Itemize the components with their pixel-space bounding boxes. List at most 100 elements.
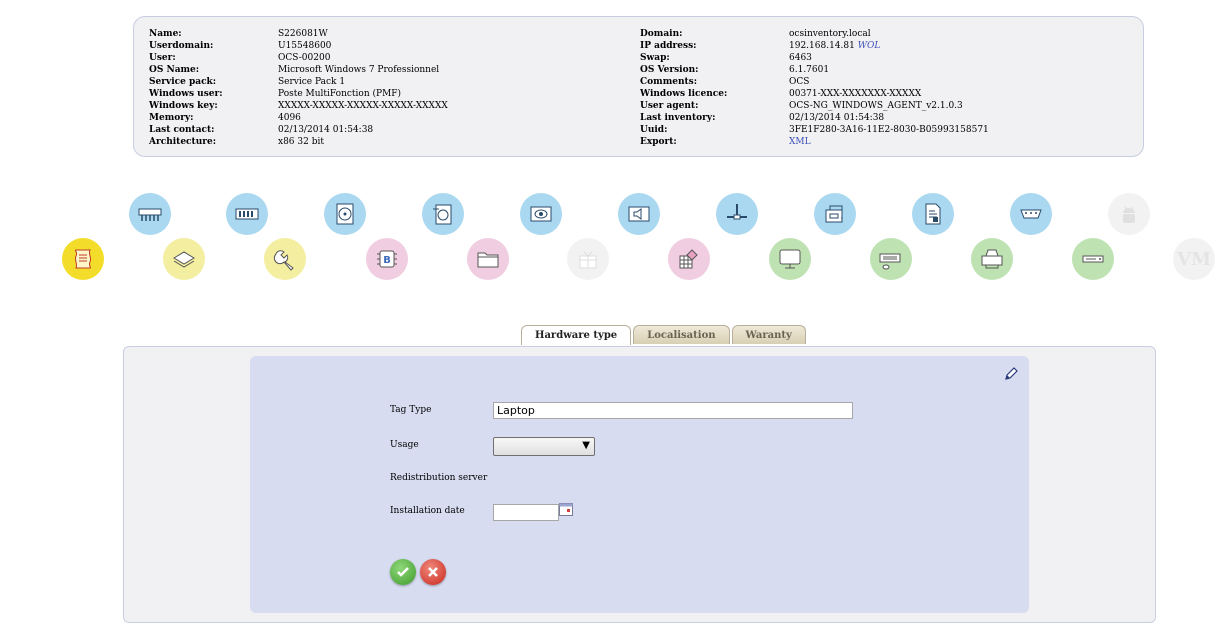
summary-row: Windows key: XXXXX-XXXXX-XXXXX-XXXXX-XXXX…: [149, 100, 448, 112]
summary-label: Export:: [640, 137, 677, 147]
sound-icon[interactable]: [618, 193, 660, 235]
tab-bar: Hardware type Localisation Waranty: [521, 325, 806, 345]
summary-value: 192.168.14.81: [789, 41, 855, 51]
summary-label: Uuid:: [640, 125, 668, 135]
memory-icon[interactable]: [226, 193, 268, 235]
checkmark-icon: [397, 567, 409, 577]
video-icon[interactable]: [520, 193, 562, 235]
memory-slots-icon[interactable]: [129, 193, 171, 235]
summary-label: Windows licence:: [640, 89, 728, 99]
tag-type-input[interactable]: Laptop: [493, 402, 853, 419]
summary-right-column: Domain: ocsinventory.local IP address: 192…: [640, 28, 989, 148]
bios-icon[interactable]: B: [366, 238, 408, 280]
summary-label: User:: [149, 53, 176, 63]
cancel-button[interactable]: [420, 559, 446, 585]
controllers-icon[interactable]: [814, 193, 856, 235]
summary-row: User: OCS-00200: [149, 52, 448, 64]
summary-row: Swap: 6463: [640, 52, 989, 64]
pencil-edit-icon[interactable]: [1003, 366, 1019, 382]
installation-date-input[interactable]: [493, 504, 559, 521]
summary-label: User agent:: [640, 101, 699, 111]
folders-icon[interactable]: [467, 238, 509, 280]
summary-row: Uuid: 3FE1F280-3A16-11E2-8030-B0599315857…: [640, 124, 989, 136]
summary-row: Windows user: Poste MultiFonction (PMF): [149, 88, 448, 100]
tag-type-label: Tag Type: [390, 405, 432, 415]
virtual-machines-icon[interactable]: VM: [1173, 238, 1215, 280]
summary-label: Userdomain:: [149, 41, 214, 51]
close-icon: [428, 567, 438, 577]
summary-row: OS Version: 6.1.7601: [640, 64, 989, 76]
usage-label: Usage: [390, 440, 419, 450]
printers-icon[interactable]: [971, 238, 1013, 280]
summary-row: Memory: 4096: [149, 112, 448, 124]
summary-label: Service pack:: [149, 77, 217, 87]
summary-value: OCS-00200: [278, 53, 331, 63]
summary-label: OS Version:: [640, 65, 699, 75]
slots-icon[interactable]: [1072, 238, 1114, 280]
summary-value: ocsinventory.local: [789, 29, 871, 39]
summary-row: Architecture: x86 32 bit: [149, 136, 448, 148]
drives-icon[interactable]: [422, 193, 464, 235]
summary-value: Poste MultiFonction (PMF): [278, 89, 402, 99]
summary-row: Windows licence: 00371-XXX-XXXXXXX-XXXXX: [640, 88, 989, 100]
summary-label: Domain:: [640, 29, 683, 39]
packages-icon[interactable]: [567, 238, 609, 280]
usage-select[interactable]: ▼: [493, 437, 595, 456]
xml-export-link[interactable]: XML: [789, 137, 811, 147]
summary-value: 6463: [789, 53, 812, 63]
software-icon[interactable]: [163, 238, 205, 280]
summary-value: OCS-NG_WINDOWS_AGENT_v2.1.0.3: [789, 101, 963, 111]
vm-label: VM: [1177, 248, 1211, 270]
summary-label: Windows key:: [149, 101, 218, 111]
wol-link[interactable]: WOL: [858, 41, 881, 51]
summary-row: Name: S226081W: [149, 28, 448, 40]
summary-row: Service pack: Service Pack 1: [149, 76, 448, 88]
ports-icon[interactable]: [1010, 193, 1052, 235]
summary-row: Export: XML: [640, 136, 989, 148]
summary-row: IP address: 192.168.14.81 WOL: [640, 40, 989, 52]
summary-label: Last inventory:: [640, 113, 716, 123]
summary-value: S226081W: [278, 29, 328, 39]
administrative-data-form: [250, 356, 1029, 613]
tab-hardware-type[interactable]: Hardware type: [521, 325, 632, 345]
summary-value: Microsoft Windows 7 Professionnel: [278, 65, 440, 75]
summary-label: Windows user:: [149, 89, 223, 99]
bios-letter: B: [383, 255, 391, 266]
summary-value: U15548600: [278, 41, 332, 51]
summary-row: User agent: OCS-NG_WINDOWS_AGENT_v2.1.0.3: [640, 100, 989, 112]
tab-waranty[interactable]: Waranty: [731, 325, 806, 344]
monitors-icon[interactable]: [769, 238, 811, 280]
network-icon[interactable]: [716, 193, 758, 235]
input-devices-icon[interactable]: [870, 238, 912, 280]
summary-row: OS Name: Microsoft Windows 7 Professionne…: [149, 64, 448, 76]
summary-row: Userdomain: U15548600: [149, 40, 448, 52]
registry-icon[interactable]: [912, 193, 954, 235]
summary-label: OS Name:: [149, 65, 200, 75]
settings-wrench-icon[interactable]: [264, 238, 306, 280]
calendar-icon[interactable]: [559, 503, 573, 516]
summary-value: 3FE1F280-3A16-11E2-8030-B05993158571: [789, 125, 989, 135]
android-icon[interactable]: [1108, 193, 1150, 235]
summary-row: Domain: ocsinventory.local: [640, 28, 989, 40]
summary-row: Last inventory: 02/13/2014 01:54:38: [640, 112, 989, 124]
summary-label: Last contact:: [149, 125, 215, 135]
summary-row: Last contact: 02/13/2014 01:54:38: [149, 124, 448, 136]
tab-localisation[interactable]: Localisation: [633, 325, 730, 344]
submit-button[interactable]: [390, 559, 416, 585]
installation-date-label: Installation date: [390, 506, 465, 516]
groups-icon[interactable]: [668, 238, 710, 280]
summary-label: Name:: [149, 29, 182, 39]
administrative-data-icon[interactable]: [62, 238, 104, 280]
redistribution-server-label: Redistribution server: [390, 473, 488, 483]
summary-label: Memory:: [149, 113, 194, 123]
summary-value: XXXXX-XXXXX-XXXXX-XXXXX-XXXXX: [278, 101, 448, 111]
summary-value: OCS: [789, 77, 810, 87]
summary-left-column: Name: S226081W Userdomain: U15548600 User:…: [149, 28, 448, 148]
summary-value: 02/13/2014 01:54:38: [278, 125, 374, 135]
summary-value: x86 32 bit: [278, 137, 324, 147]
storage-disk-icon[interactable]: [324, 193, 366, 235]
summary-label: Architecture:: [149, 137, 217, 147]
chevron-down-icon: ▼: [582, 440, 590, 451]
summary-value: 6.1.7601: [789, 65, 830, 75]
summary-value: Service Pack 1: [278, 77, 346, 87]
